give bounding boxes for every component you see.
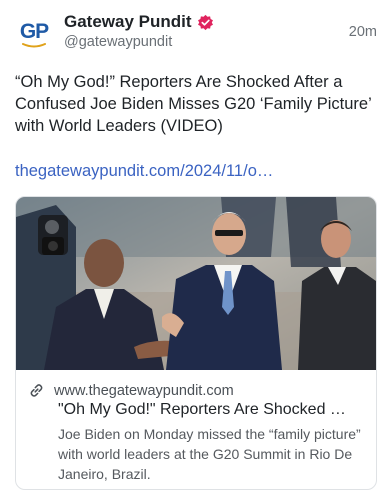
avatar-logo-text: GP bbox=[19, 19, 49, 43]
post-header: GP Gateway Pundit @gatewaypundit 20m bbox=[14, 10, 377, 56]
author-handle[interactable]: @gatewaypundit bbox=[64, 34, 172, 50]
author-name-row[interactable]: Gateway Pundit bbox=[64, 12, 214, 32]
link-preview-title: "Oh My God!" Reporters Are Shocked … bbox=[58, 401, 346, 418]
post-link[interactable]: thegatewaypundit.com/2024/11/o… bbox=[15, 160, 377, 182]
link-preview-domain-row: www.thegatewaypundit.com bbox=[28, 382, 234, 399]
social-post[interactable]: GP Gateway Pundit @gatewaypundit 20m “Oh… bbox=[0, 0, 391, 500]
avatar[interactable]: GP bbox=[14, 14, 54, 54]
link-preview-image[interactable] bbox=[16, 197, 376, 370]
link-preview-card[interactable]: www.thegatewaypundit.com "Oh My God!" Re… bbox=[15, 196, 377, 490]
author-display-name[interactable]: Gateway Pundit bbox=[64, 12, 192, 32]
link-preview-description: Joe Biden on Monday missed the “family p… bbox=[58, 426, 361, 482]
link-preview-domain: www.thegatewaypundit.com bbox=[54, 382, 234, 399]
post-body-text: “Oh My God!” Reporters Are Shocked After… bbox=[15, 73, 372, 135]
link-preview-meta[interactable]: www.thegatewaypundit.com "Oh My God!" Re… bbox=[16, 370, 376, 489]
avatar-swoosh-icon bbox=[22, 42, 46, 47]
verified-badge-icon bbox=[197, 14, 213, 30]
link-icon bbox=[30, 384, 43, 397]
post-timestamp[interactable]: 20m bbox=[349, 24, 377, 40]
